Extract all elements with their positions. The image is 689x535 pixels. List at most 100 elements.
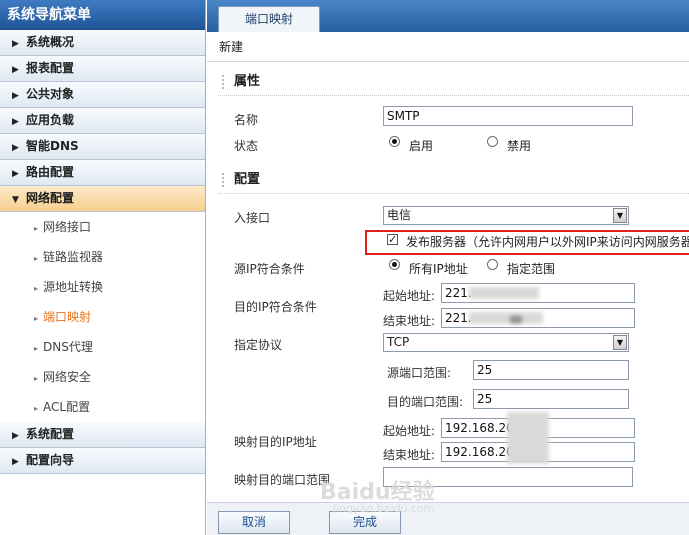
sidebar-item-label: ACL配置 [43,400,91,414]
chevron-down-icon: ▼ [12,195,19,205]
dst-ip-label: 目的IP符合条件 [234,300,317,314]
sidebar-item-network-security[interactable]: ▸ 网络安全 [0,362,205,392]
chevron-right-icon: ▶ [12,117,19,127]
sidebar-title: 系统导航菜单 [0,0,205,30]
sidebar-item-label: 网络安全 [43,370,92,384]
src-port-field[interactable]: 25 [473,360,629,380]
section-label: 属性 [234,74,261,89]
form-area: 属性 名称 SMTP 状态 启用 禁用 配置 入接口 电信 ▼ ✓ 发布服务器（… [207,62,689,502]
redaction-blur [469,287,539,299]
src-all-ip-label: 所有IP地址 [409,262,468,276]
protocol-label: 指定协议 [234,338,283,352]
src-port-label: 源端口范围: [387,366,452,380]
src-all-ip-radio[interactable] [389,259,400,270]
status-enabled-label: 启用 [409,139,434,153]
menu-group-config-wizard[interactable]: ▶ 配置向导 [0,448,205,474]
section-bar-icon [222,173,225,187]
sidebar-item-label: 网络接口 [43,220,92,234]
name-field[interactable]: SMTP [383,106,633,126]
dropdown-arrow-icon: ▼ [613,208,627,223]
src-range-label: 指定范围 [507,262,556,276]
new-button[interactable]: 新建 [219,40,243,54]
chevron-right-icon: ▶ [12,91,19,101]
tab-port-mapping[interactable]: 端口映射 [218,6,320,32]
map-port-label: 映射目的端口范围 [234,473,331,487]
menu-group-label: 应用负载 [26,113,75,127]
dst-port-field[interactable]: 25 [473,389,629,409]
ingress-select[interactable]: 电信 ▼ [383,206,629,225]
baidu-watermark-url: jingyan.baidu.com [333,502,435,515]
redaction-blur [469,312,543,324]
arrow-right-icon: ▸ [34,344,39,353]
cancel-button[interactable]: 取消 [218,511,290,534]
chevron-right-icon: ▶ [12,65,19,75]
sidebar-item-port-mapping[interactable]: ▸ 端口映射 [0,302,205,332]
redaction-blur [510,316,522,323]
toolbar: 新建 [207,32,689,62]
menu-group-system-config[interactable]: ▶ 系统配置 [0,422,205,448]
tab-bar: 端口映射 [207,0,689,32]
protocol-select[interactable]: TCP ▼ [383,333,629,352]
ingress-label: 入接口 [234,211,271,225]
section-label: 配置 [234,172,261,187]
src-ip-label: 源IP符合条件 [234,262,305,276]
map-ip-label: 映射目的IP地址 [234,435,317,449]
menu-group-network-config[interactable]: ▼ 网络配置 [0,186,205,212]
chevron-right-icon: ▶ [12,457,19,467]
arrow-right-icon: ▸ [34,404,39,413]
menu-group-label: 报表配置 [26,61,75,75]
sidebar-item-label: 链路监视器 [43,250,104,264]
map-end-label: 结束地址: [383,448,436,462]
name-label: 名称 [234,113,259,127]
arrow-right-icon: ▸ [34,224,39,233]
menu-group-app-load[interactable]: ▶ 应用负载 [0,108,205,134]
chevron-right-icon: ▶ [12,143,19,153]
highlight-box [365,230,689,255]
main-panel: 端口映射 新建 属性 名称 SMTP 状态 启用 禁用 配置 入接口 电信 ▼ … [207,0,689,535]
arrow-right-icon: ▸ [34,374,39,383]
arrow-right-icon: ▸ [34,314,39,323]
menu-group-label: 智能DNS [26,139,79,153]
status-disabled-radio[interactable] [487,136,498,147]
status-disabled-label: 禁用 [507,139,532,153]
redaction-blur [507,412,549,464]
status-enabled-radio[interactable] [389,136,400,147]
sidebar-item-acl-config[interactable]: ▸ ACL配置 [0,392,205,422]
sidebar-item-link-monitor[interactable]: ▸ 链路监视器 [0,242,205,272]
menu-group-public-objects[interactable]: ▶ 公共对象 [0,82,205,108]
menu-group-label: 网络配置 [26,191,75,205]
chevron-right-icon: ▶ [12,39,19,49]
section-config-title: 配置 [218,166,689,194]
sidebar-item-label: 源地址转换 [43,280,104,294]
arrow-right-icon: ▸ [34,254,39,263]
dst-end-label: 结束地址: [383,314,436,328]
menu-group-label: 系统概况 [26,35,75,49]
chevron-right-icon: ▶ [12,169,19,179]
section-properties-title: 属性 [218,68,689,96]
sidebar-item-label: DNS代理 [43,340,93,354]
protocol-select-value: TCP [387,335,410,349]
menu-group-smart-dns[interactable]: ▶ 智能DNS [0,134,205,160]
menu-group-label: 配置向导 [26,453,75,467]
sidebar-item-snat[interactable]: ▸ 源地址转换 [0,272,205,302]
menu-group-report-config[interactable]: ▶ 报表配置 [0,56,205,82]
sidebar: 系统导航菜单 ▶ 系统概况 ▶ 报表配置 ▶ 公共对象 ▶ 应用负载 ▶ 智能DNS ▶ 路… [0,0,206,535]
menu-group-label: 系统配置 [26,427,75,441]
status-label: 状态 [234,139,259,153]
dropdown-arrow-icon: ▼ [613,335,627,350]
menu-group-route-config[interactable]: ▶ 路由配置 [0,160,205,186]
section-bar-icon [222,75,225,89]
dst-start-label: 起始地址: [383,289,436,303]
sidebar-item-label: 端口映射 [43,310,92,324]
ingress-select-value: 电信 [387,208,412,222]
src-range-radio[interactable] [487,259,498,270]
menu-group-label: 公共对象 [26,87,75,101]
menu-group-label: 路由配置 [26,165,75,179]
menu-group-system-overview[interactable]: ▶ 系统概况 [0,30,205,56]
arrow-right-icon: ▸ [34,284,39,293]
sidebar-item-network-interface[interactable]: ▸ 网络接口 [0,212,205,242]
dst-port-label: 目的端口范围: [387,395,464,409]
map-start-label: 起始地址: [383,424,436,438]
sidebar-item-dns-proxy[interactable]: ▸ DNS代理 [0,332,205,362]
footer-bar: 取消 完成 [207,502,689,535]
